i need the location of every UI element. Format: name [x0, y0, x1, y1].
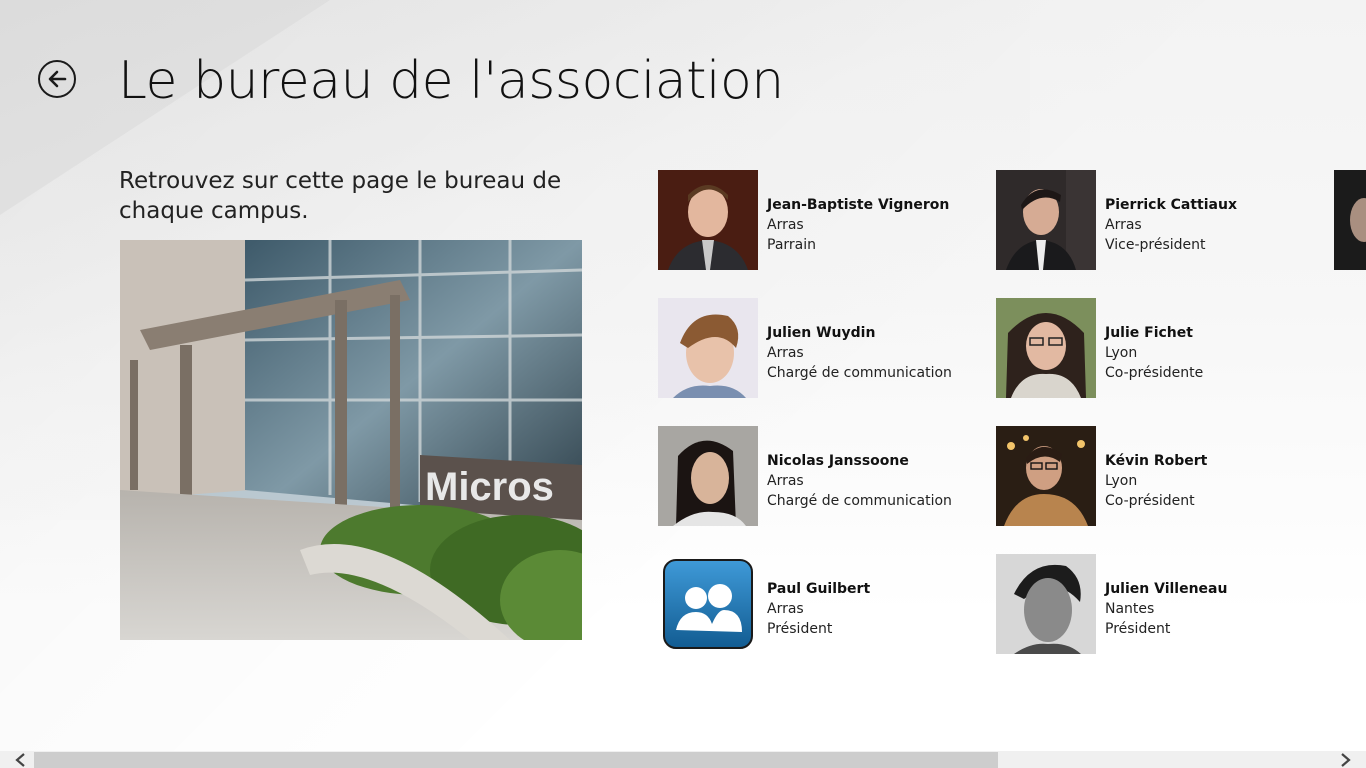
member-info: Kévin Robert Lyon Co-président: [1105, 451, 1315, 511]
member-info: Paul Guilbert Arras Président: [767, 579, 977, 639]
chevron-left-icon: [15, 753, 25, 767]
member-photo: [996, 170, 1096, 270]
member-role: Chargé de communication: [767, 365, 952, 381]
member-name: Julien Villeneau: [1105, 581, 1228, 597]
member-photo: [658, 298, 758, 398]
member-name: Julie Fichet: [1105, 325, 1193, 341]
member-info: Julie Fichet Lyon Co-présidente: [1105, 323, 1315, 383]
member-photo: [996, 298, 1096, 398]
member-photo: [996, 426, 1096, 526]
member-card[interactable]: Julien Wuydin Arras Chargé de communicat…: [658, 298, 978, 398]
member-name: Jean-Baptiste Vigneron: [767, 197, 950, 213]
page-title: Le bureau de l'association: [118, 51, 784, 111]
member-card[interactable]: Paul Guilbert Arras Président: [658, 554, 978, 654]
member-info: Julien Wuydin Arras Chargé de communicat…: [767, 323, 977, 383]
member-campus: Nantes: [1105, 601, 1155, 617]
member-name: Paul Guilbert: [767, 581, 871, 597]
member-name: Nicolas Janssoone: [767, 453, 909, 469]
member-photo-partial[interactable]: [1334, 170, 1366, 270]
member-campus: Arras: [767, 601, 804, 617]
member-campus: Arras: [767, 217, 804, 233]
scroll-thumb[interactable]: [34, 752, 998, 768]
scroll-left-button[interactable]: [0, 751, 33, 768]
member-name: Julien Wuydin: [767, 325, 876, 341]
member-name: Kévin Robert: [1105, 453, 1208, 469]
member-role: Co-présidente: [1105, 365, 1204, 381]
back-arrow-icon: [48, 70, 67, 88]
member-name: Pierrick Cattiaux: [1105, 197, 1237, 213]
member-card[interactable]: Nicolas Janssoone Arras Chargé de commun…: [658, 426, 978, 526]
member-card[interactable]: Julien Villeneau Nantes Président: [996, 554, 1316, 654]
member-role: Président: [767, 621, 833, 637]
member-card[interactable]: Pierrick Cattiaux Arras Vice-président: [996, 170, 1316, 270]
member-campus: Arras: [767, 473, 804, 489]
member-info: Julien Villeneau Nantes Président: [1105, 579, 1315, 639]
member-info: Nicolas Janssoone Arras Chargé de commun…: [767, 451, 977, 511]
member-role: Parrain: [767, 237, 816, 253]
member-role: Co-président: [1105, 493, 1195, 509]
member-role: Chargé de communication: [767, 493, 952, 509]
back-button[interactable]: [38, 60, 76, 98]
member-campus: Arras: [1105, 217, 1142, 233]
member-card[interactable]: Julie Fichet Lyon Co-présidente: [996, 298, 1316, 398]
member-role: Vice-président: [1105, 237, 1206, 253]
member-card[interactable]: Kévin Robert Lyon Co-président: [996, 426, 1316, 526]
member-photo: [996, 554, 1096, 654]
intro-text: Retrouvez sur cette page le bureau de ch…: [119, 168, 562, 224]
member-card[interactable]: Jean-Baptiste Vigneron Arras Parrain: [658, 170, 978, 270]
horizontal-scrollbar[interactable]: [0, 751, 1366, 768]
scroll-right-button[interactable]: [1333, 751, 1366, 768]
messenger-users-icon: [658, 554, 758, 654]
member-photo: [658, 426, 758, 526]
member-role: Président: [1105, 621, 1171, 637]
campus-building-image: Micros: [120, 240, 582, 640]
member-photo: [658, 170, 758, 270]
member-campus: Arras: [767, 345, 804, 361]
member-campus: Lyon: [1105, 473, 1138, 489]
member-campus: Lyon: [1105, 345, 1138, 361]
member-info: Pierrick Cattiaux Arras Vice-président: [1105, 195, 1315, 255]
svg-text:Micros: Micros: [425, 465, 554, 509]
chevron-right-icon: [1341, 753, 1351, 767]
member-info: Jean-Baptiste Vigneron Arras Parrain: [767, 195, 977, 255]
